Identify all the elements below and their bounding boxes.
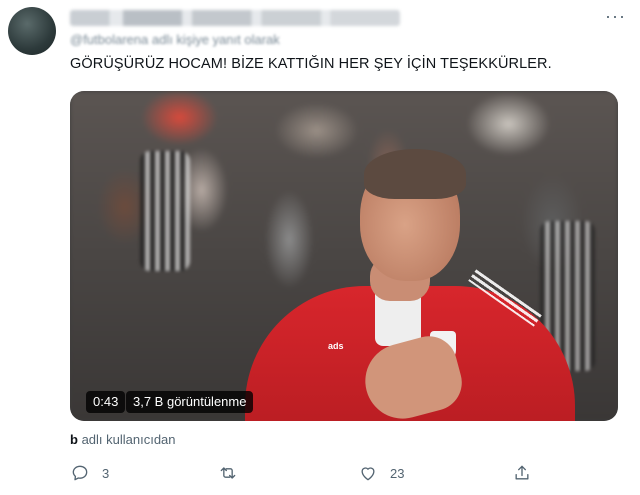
share-button[interactable] bbox=[512, 460, 532, 486]
author-name-blurred[interactable] bbox=[70, 8, 410, 28]
view-count: 3,7 B görüntülenme bbox=[126, 391, 254, 413]
video-attribution[interactable]: b adlı kullanıcıdan bbox=[70, 432, 176, 447]
share-icon bbox=[515, 465, 529, 480]
video-player[interactable]: ads 0:43 3,7 B görüntülenme bbox=[70, 91, 618, 421]
heart-icon bbox=[361, 467, 375, 481]
attribution-user[interactable]: b bbox=[70, 432, 78, 447]
reply-context[interactable]: @futbolarena adlı kişiye yanıt olarak bbox=[70, 32, 390, 48]
reply-count: 3 bbox=[102, 465, 110, 481]
striped-fan bbox=[140, 151, 190, 271]
author-avatar[interactable] bbox=[8, 7, 56, 55]
attribution-suffix: adlı kullanıcıdan bbox=[77, 432, 176, 447]
blurred-name-bar bbox=[70, 10, 400, 26]
reply-button[interactable]: 3 bbox=[70, 460, 109, 486]
like-button[interactable]: 23 bbox=[358, 460, 404, 486]
reply-icon bbox=[72, 465, 88, 481]
action-bar: 3 23 bbox=[70, 460, 618, 486]
more-options-icon[interactable]: ··· bbox=[605, 6, 626, 27]
video-duration: 0:43 bbox=[86, 391, 126, 413]
reply-context-text: @futbolarena adlı kişiye yanıt olarak bbox=[70, 32, 280, 47]
tweet-text: GÖRÜŞÜRÜZ HOCAM! BİZE KATTIĞIN HER ŞEY İ… bbox=[70, 56, 552, 72]
like-count: 23 bbox=[390, 465, 405, 481]
kit-brand-logo: ads bbox=[328, 341, 344, 351]
hair bbox=[364, 149, 466, 199]
retweet-icon bbox=[220, 467, 236, 479]
retweet-button[interactable] bbox=[218, 460, 250, 486]
